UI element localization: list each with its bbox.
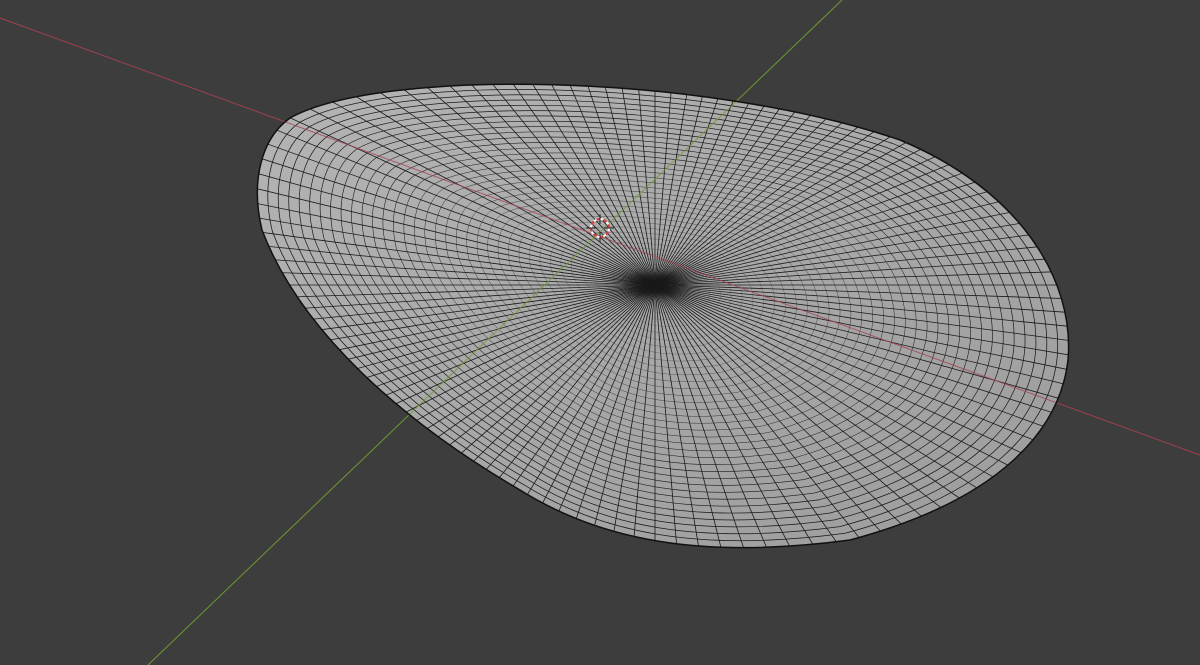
mesh-object[interactable]	[0, 0, 1200, 665]
3d-viewport[interactable]	[0, 0, 1200, 665]
viewport-canvas[interactable]	[0, 0, 1200, 665]
